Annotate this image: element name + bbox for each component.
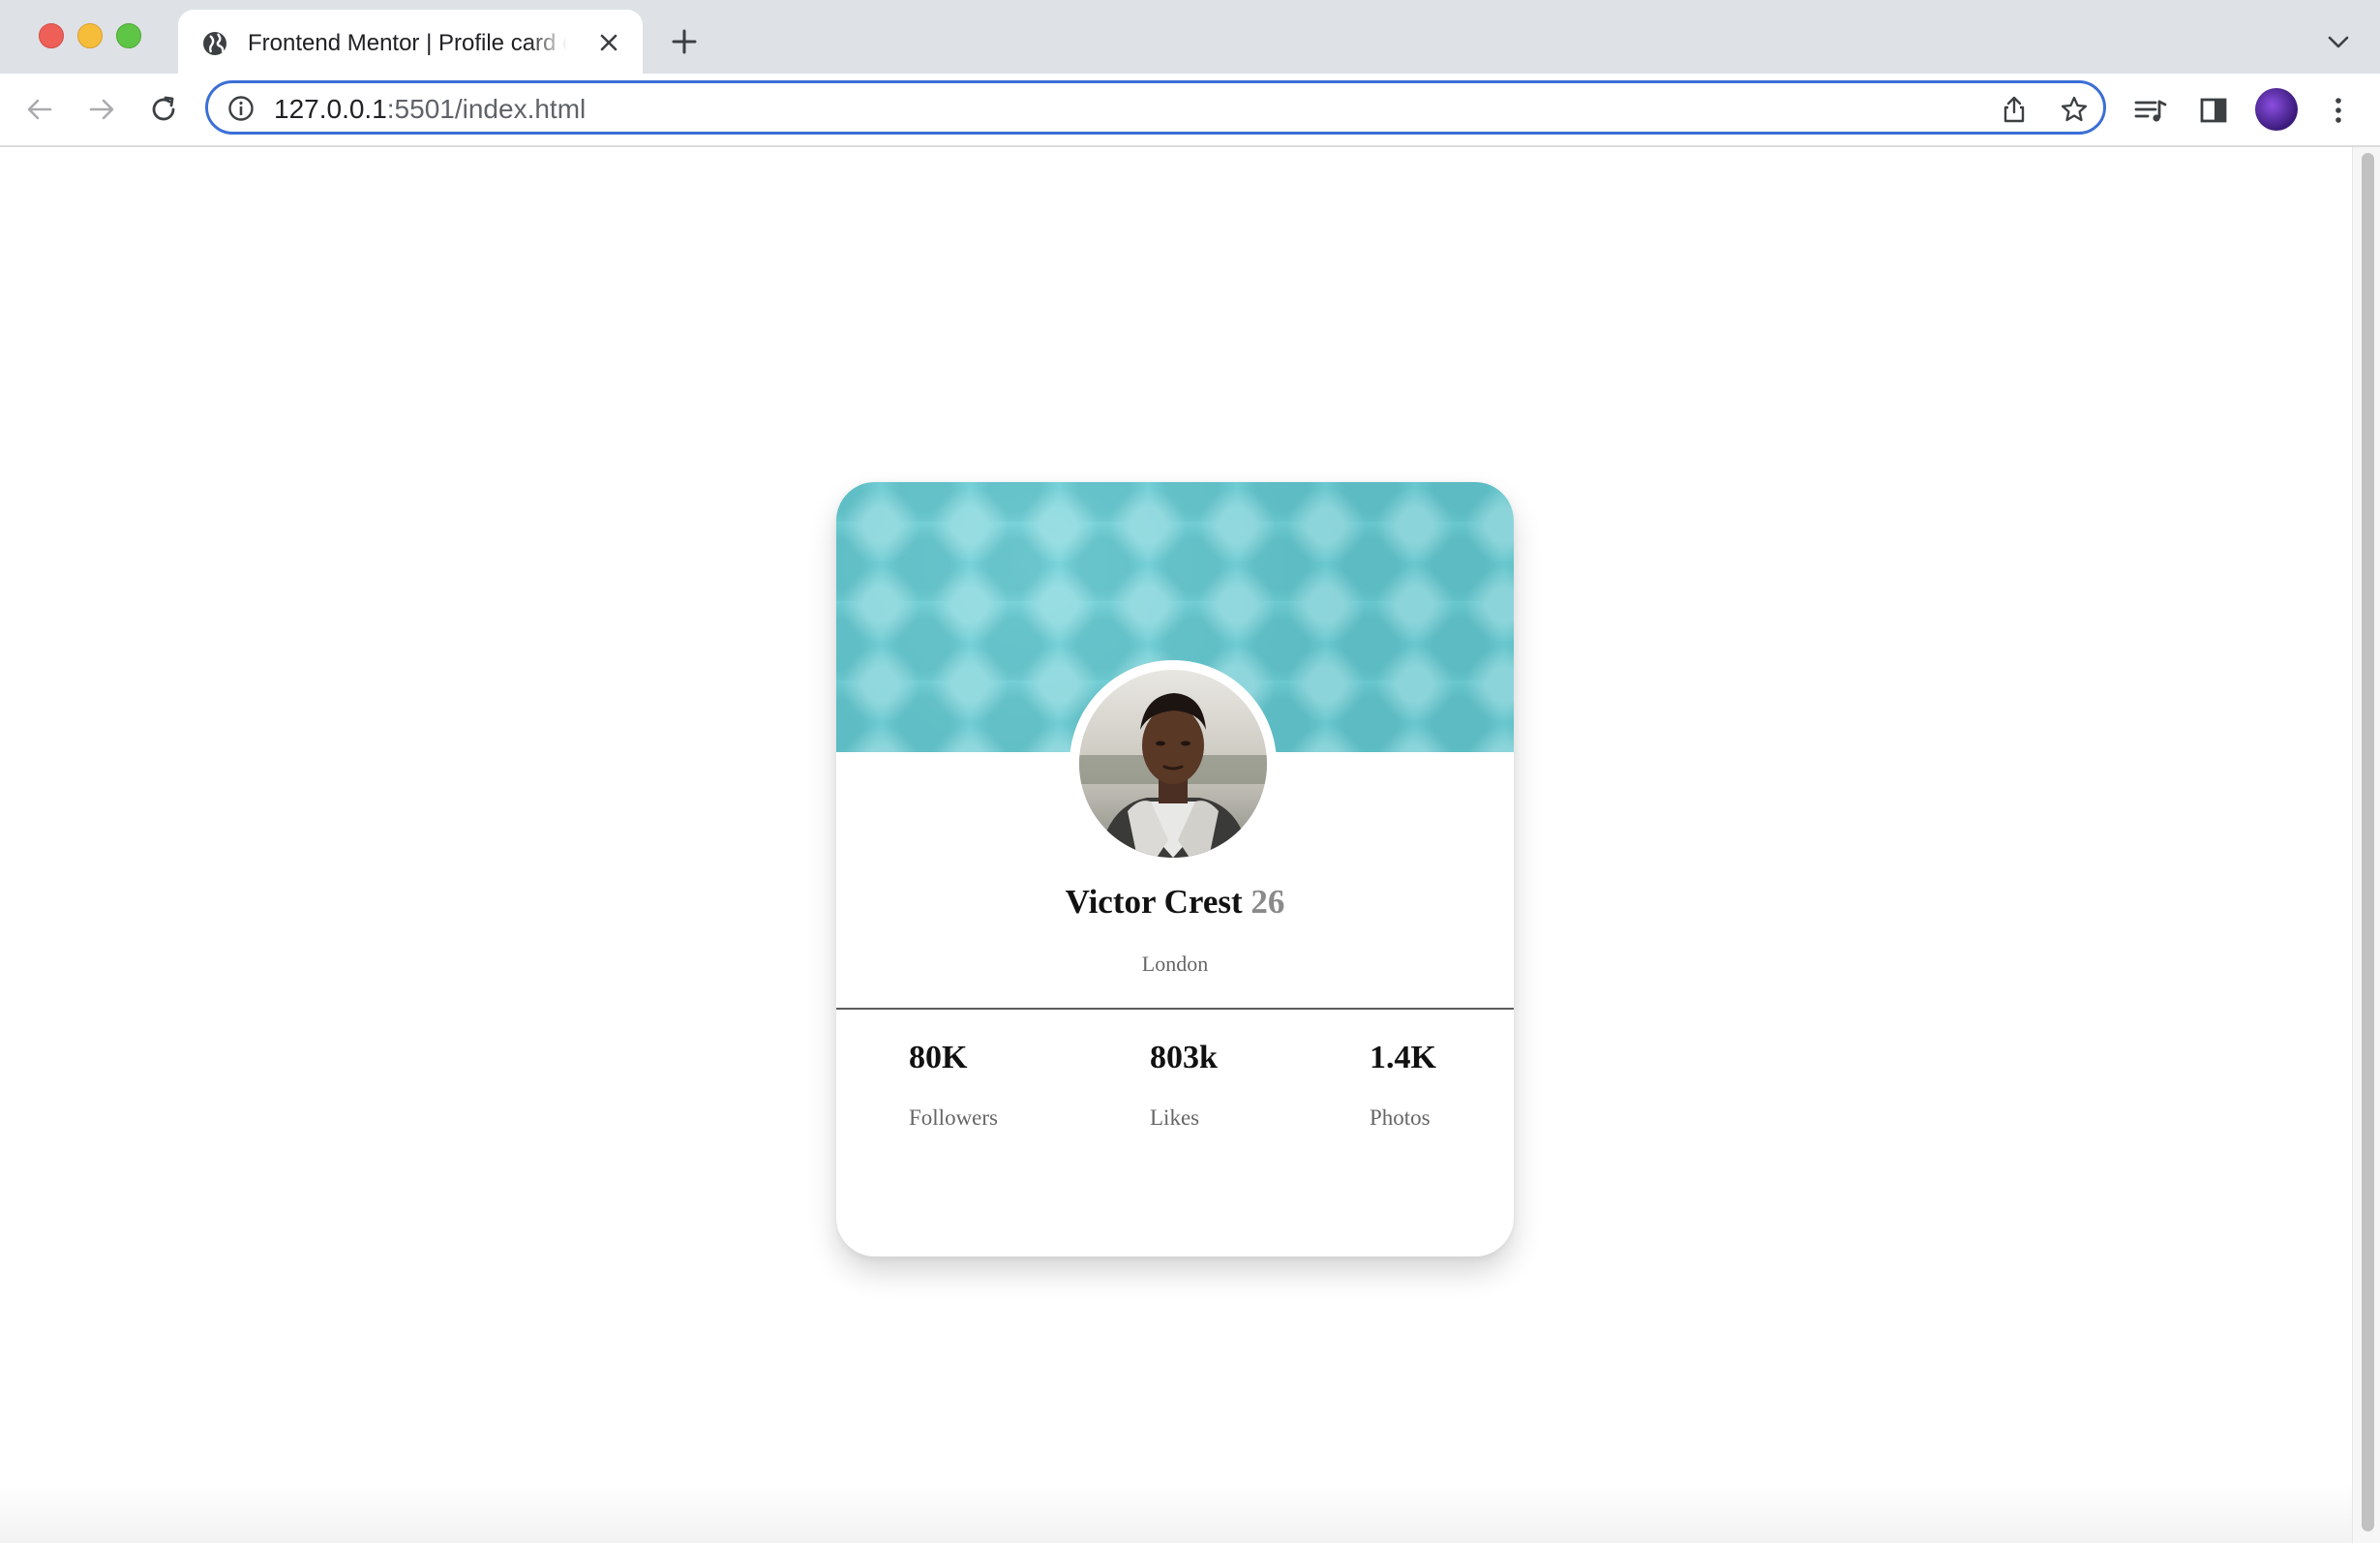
stat-photos: 1.4K Photos <box>1370 1034 1436 1133</box>
info-icon[interactable] <box>227 95 255 122</box>
close-window-button[interactable] <box>39 23 64 48</box>
stat-value: 1.4K <box>1370 1040 1436 1075</box>
forward-arrow-icon[interactable] <box>81 89 122 130</box>
profile-name-line: Victor Crest 26 <box>836 879 1514 925</box>
close-icon[interactable] <box>594 28 623 57</box>
stat-label: Photos <box>1370 1105 1431 1130</box>
tab-title: Frontend Mentor | Profile card component <box>248 30 567 56</box>
reading-list-icon[interactable] <box>2131 91 2170 130</box>
url-text: 127.0.0.1:5501/index.html <box>274 93 586 126</box>
page-bottom-fade <box>0 1485 2352 1543</box>
browser-tab-active[interactable]: Frontend Mentor | Profile card component <box>178 10 643 74</box>
stat-label: Likes <box>1150 1105 1200 1130</box>
stat-label: Followers <box>909 1105 998 1130</box>
share-icon[interactable] <box>1999 94 2030 125</box>
stat-value: 80K <box>909 1040 968 1075</box>
star-icon[interactable] <box>2059 94 2090 125</box>
url-path: :5501/index.html <box>386 94 587 124</box>
stat-followers: 80K Followers <box>909 1034 998 1133</box>
url-host: 127.0.0.1 <box>274 94 387 124</box>
browser-titlebar: Frontend Mentor | Profile card component <box>0 0 2380 74</box>
browser-toolbar: 127.0.0.1:5501/index.html <box>0 74 2380 147</box>
globe-icon <box>201 30 228 57</box>
profile-name: Victor Crest <box>1065 883 1243 921</box>
chevron-down-icon[interactable] <box>2323 27 2354 58</box>
profile-card: Victor Crest 26 London 80K Followers 803… <box>836 482 1514 1256</box>
reload-icon[interactable] <box>143 89 184 130</box>
vertical-scrollbar[interactable] <box>2352 147 2380 1543</box>
profile-photo <box>1079 670 1267 858</box>
profile-avatar <box>1069 660 1277 867</box>
profile-age: 26 <box>1250 883 1285 921</box>
card-divider <box>836 1008 1514 1010</box>
stat-value: 803k <box>1150 1040 1218 1075</box>
address-bar[interactable]: 127.0.0.1:5501/index.html <box>205 80 2106 135</box>
maximize-window-button[interactable] <box>116 23 141 48</box>
minimize-window-button[interactable] <box>77 23 103 48</box>
profile-avatar-button[interactable] <box>2255 88 2298 131</box>
profile-location: London <box>1141 952 1209 976</box>
plus-icon[interactable] <box>668 25 701 58</box>
stat-likes: 803k Likes <box>1150 1034 1218 1133</box>
side-panel-icon[interactable] <box>2194 91 2233 130</box>
kebab-menu-icon[interactable] <box>2319 91 2358 130</box>
scrollbar-thumb[interactable] <box>2362 153 2374 1531</box>
back-arrow-icon[interactable] <box>19 89 60 130</box>
